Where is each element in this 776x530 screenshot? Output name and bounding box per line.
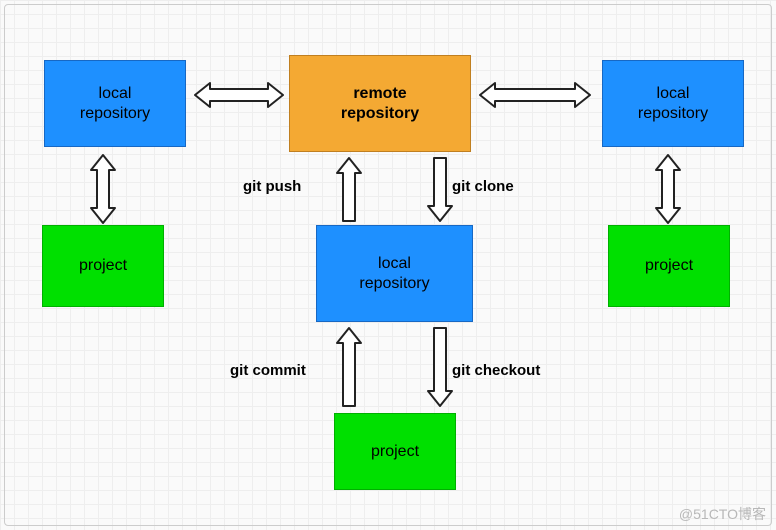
project-right: project bbox=[608, 225, 730, 307]
local-repository-center: localrepository bbox=[316, 225, 473, 322]
label-git-clone: git clone bbox=[452, 178, 514, 195]
remote-repository-box: remoterepository bbox=[289, 55, 471, 152]
local-repository-right: localrepository bbox=[602, 60, 744, 147]
label-git-push: git push bbox=[243, 178, 301, 195]
local-repository-left: localrepository bbox=[44, 60, 186, 147]
label-git-commit: git commit bbox=[230, 362, 306, 379]
project-left: project bbox=[42, 225, 164, 307]
watermark: @51CTO博客 bbox=[679, 504, 766, 524]
label-git-checkout: git checkout bbox=[452, 362, 540, 379]
project-center: project bbox=[334, 413, 456, 490]
